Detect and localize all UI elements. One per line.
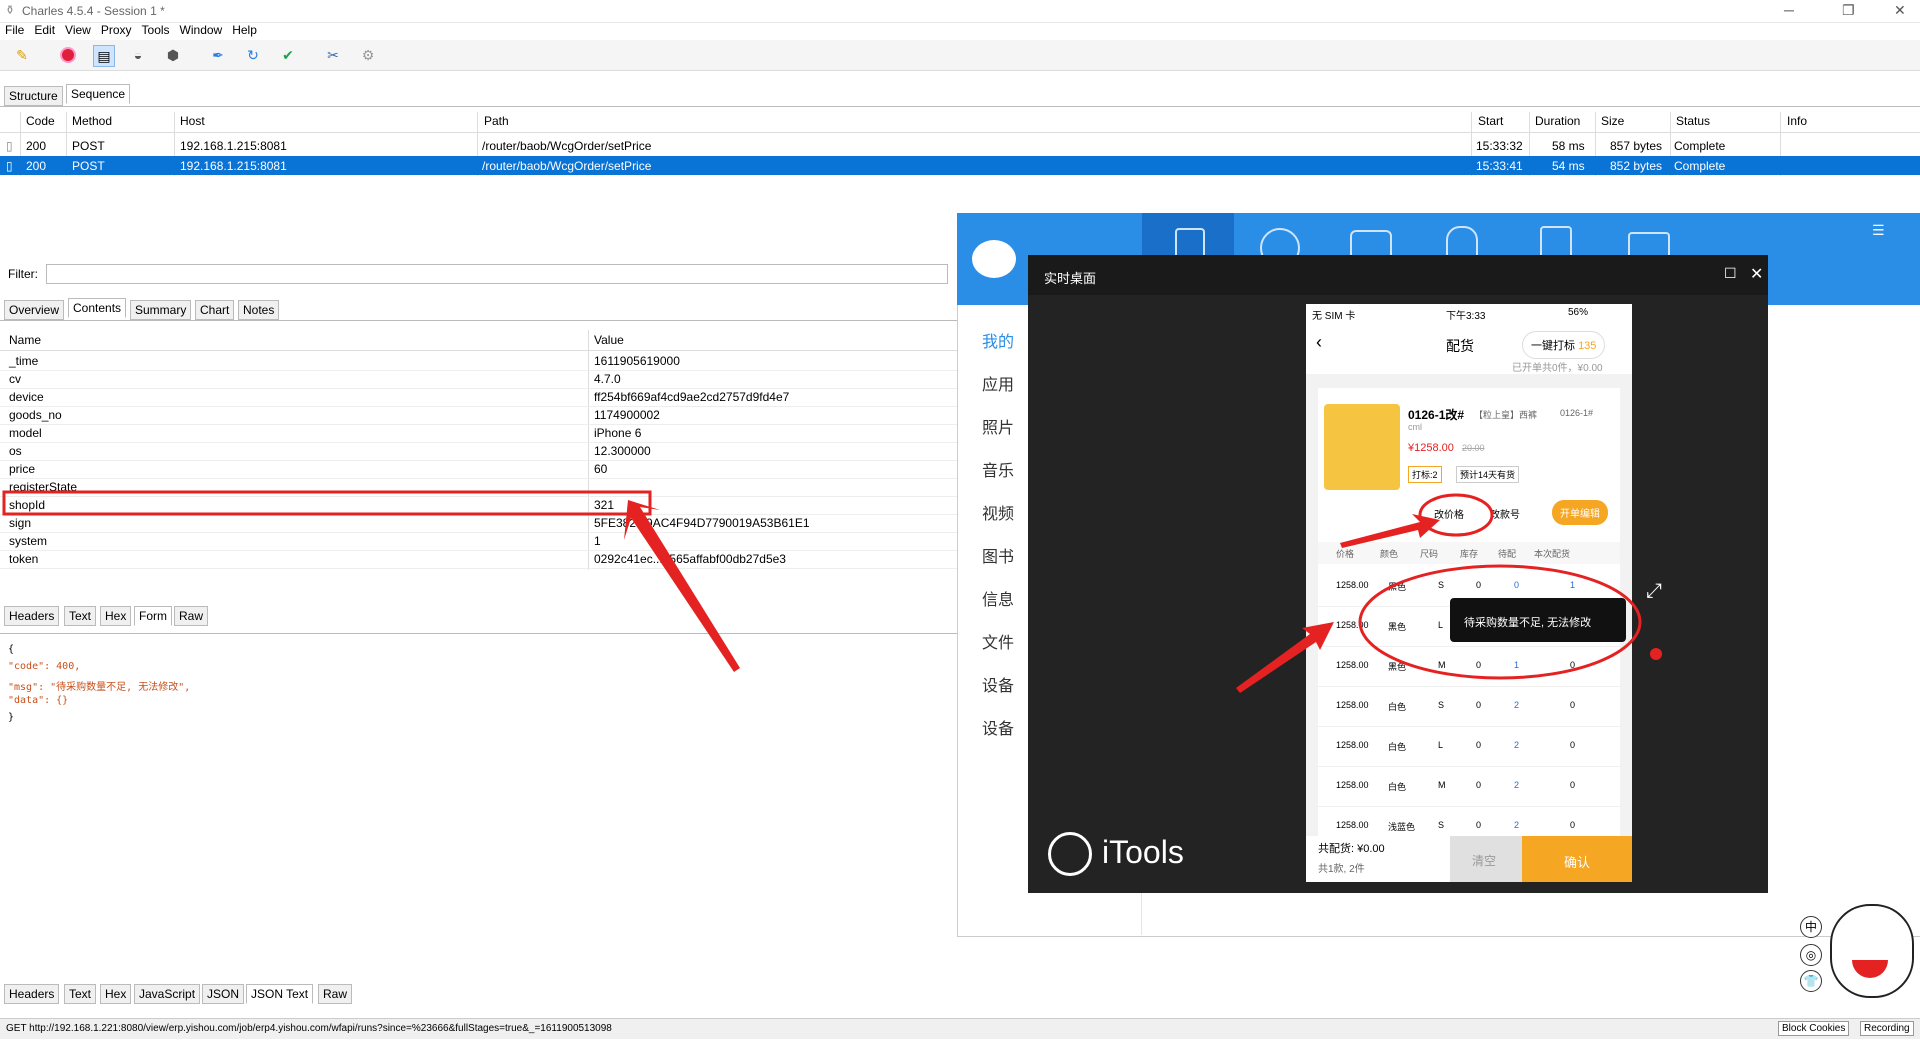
ime-chinese-button[interactable]: 中 <box>1800 916 1822 938</box>
mascot-sticker <box>1830 904 1914 998</box>
ime-skin-button[interactable]: 👕 <box>1800 970 1822 992</box>
arrow-to-toast <box>1236 622 1334 693</box>
arrow-to-shopid <box>624 500 740 672</box>
arrow-to-change-price <box>1340 514 1440 548</box>
annotation-overlay <box>2 490 1642 693</box>
toast-circle <box>1358 564 1642 680</box>
ime-punct-button[interactable]: ◎ <box>1800 944 1822 966</box>
change-price-circle <box>1418 493 1494 537</box>
shopid-highlight-box <box>2 490 652 516</box>
